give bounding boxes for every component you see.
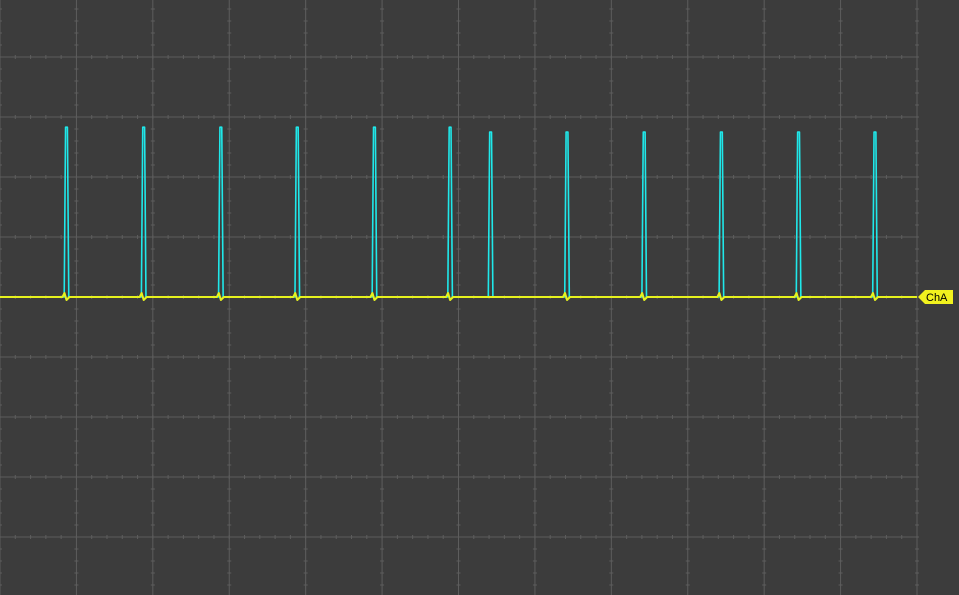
oscilloscope-display: ChA — [0, 0, 959, 595]
channel-marker-cha[interactable]: ChA — [918, 290, 953, 304]
channel-marker-label: ChA — [926, 292, 948, 304]
channel-markers[interactable]: ChA — [918, 290, 953, 304]
